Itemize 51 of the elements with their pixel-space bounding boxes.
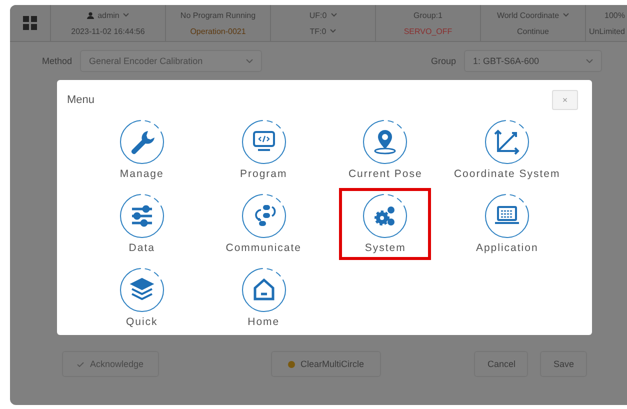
menu-item[interactable]: System <box>339 188 432 260</box>
acknowledge-button[interactable]: Acknowledge <box>62 351 159 377</box>
check-icon <box>77 362 84 366</box>
datetime-text: 2023-11-02 16:44:56 <box>71 26 145 36</box>
wrench-icon <box>118 119 165 165</box>
operation-text: Operation-0021 <box>190 26 246 36</box>
method-select[interactable]: General Encoder Calibration <box>80 50 262 72</box>
user-menu[interactable]: admin <box>86 10 130 20</box>
chevron-down-icon <box>330 29 336 33</box>
user-icon <box>86 12 94 18</box>
chevron-down-icon <box>586 59 593 63</box>
apps-grid-icon[interactable] <box>23 16 37 30</box>
axes-icon <box>484 119 530 165</box>
group-select[interactable]: 1: GBT-S6A-600 <box>464 50 602 72</box>
menu-item[interactable]: Manage <box>96 114 188 186</box>
clear-multi-circle-button[interactable]: ClearMultiCircle <box>270 351 382 377</box>
house-icon <box>240 267 287 313</box>
close-button[interactable]: × <box>552 90 578 110</box>
speed-text: 100% <box>604 10 625 20</box>
save-button[interactable]: Save <box>540 351 587 377</box>
coordinate-dropdown[interactable]: World Coordinate <box>496 10 570 20</box>
chevron-down-icon <box>246 59 254 63</box>
dialog-title: Menu <box>67 94 95 106</box>
sliders-icon <box>118 193 165 239</box>
location-pin-icon <box>362 119 408 165</box>
servo-status: SERVO_OFF <box>404 26 452 36</box>
menu-item[interactable]: Coordinate System <box>448 114 566 186</box>
gears-icon <box>362 193 408 239</box>
tool-frame-dropdown[interactable]: TF:0 <box>310 26 336 36</box>
chevron-down-icon <box>330 13 337 17</box>
menu-item[interactable]: Data <box>96 188 188 260</box>
layers-icon <box>118 267 165 313</box>
chevron-down-icon <box>123 13 130 17</box>
monitor-code-icon <box>240 119 287 165</box>
program-status: No Program Running <box>180 10 256 20</box>
menu-item[interactable]: Home <box>218 262 310 334</box>
method-label: Method <box>42 56 72 66</box>
menu-item[interactable]: Quick <box>96 262 188 334</box>
group-label: Group <box>430 56 456 66</box>
chevron-down-icon <box>563 13 570 17</box>
laptop-icon <box>484 193 530 239</box>
user-frame-dropdown[interactable]: UF:0 <box>309 10 337 20</box>
menu-item[interactable]: Communicate <box>218 188 310 260</box>
menu-item[interactable]: Program <box>218 114 310 186</box>
cancel-button[interactable]: Cancel <box>474 351 528 377</box>
menu-item[interactable]: Application <box>461 188 554 260</box>
menu-item[interactable]: Current Pose <box>339 114 432 186</box>
flow-icon <box>240 193 287 239</box>
group-text: Group:1 <box>414 10 442 20</box>
limit-text: UnLimited <box>588 26 625 36</box>
mode-text: Continue <box>516 26 550 36</box>
